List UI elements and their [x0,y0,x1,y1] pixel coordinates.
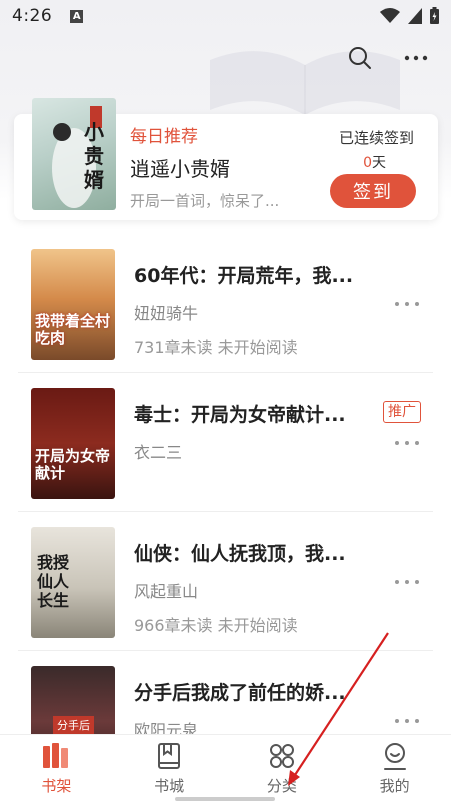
recommend-cover-title: 小贵婿 [84,120,104,192]
book-cover-title: 我带着全村吃肉 [35,312,111,347]
search-icon[interactable] [347,45,373,71]
book-more-icon[interactable] [395,435,419,451]
notification-icon: A [70,9,84,23]
recommend-book-cover[interactable]: 小贵婿 [32,98,116,210]
signal-icon [408,7,422,24]
category-icon [269,744,294,768]
ad-badge: 推广 [383,401,421,423]
book-item[interactable]: 开局为女帝献计 毒士：开局为女帝献计... 推广 衣二三 [0,373,451,512]
book-cover-title: 分手后 [53,716,94,734]
status-time: 4:26 [12,6,53,26]
book-cover[interactable]: 我授仙人长生 [31,527,115,638]
sign-label: 已连续签到 [338,129,414,147]
home-indicator [175,797,275,801]
book-author: 妞妞骑牛 [134,304,199,323]
more-horizontal-icon[interactable] [403,45,429,71]
recommend-title[interactable]: 逍遥小贵婿 [130,153,230,182]
book-cover-title: 开局为女帝献计 [35,447,111,482]
sign-days-count: 0 [363,155,372,171]
nav-label: 我的 [379,777,410,795]
book-icon [158,743,181,769]
sign-days: 0天 [363,152,386,172]
battery-icon [430,7,439,24]
daily-recommend-card[interactable]: 小贵婿 每日推荐 逍遥小贵婿 开局一首词，惊呆了... 已连续签到 0天 签到 [14,98,438,220]
status-icons [380,7,439,24]
book-status: 731章未读 未开始阅读 [134,338,298,357]
book-more-icon[interactable] [395,574,419,590]
recommend-tag: 每日推荐 [130,127,198,147]
nav-category[interactable]: 分类 [226,735,339,803]
header-actions [347,45,429,71]
book-author: 衣二三 [134,443,183,462]
book-more-icon[interactable] [395,713,419,729]
sign-in-button[interactable]: 签到 [330,174,416,208]
book-title: 分手后我成了前任的娇... [134,682,346,704]
book-title: 60年代：开局荒年，我... [134,265,354,287]
bookshelf-icon [43,743,69,768]
book-author: 风起重山 [134,582,199,601]
nav-label: 分类 [266,777,297,795]
recommend-desc: 开局一首词，惊呆了... [130,192,280,210]
bookshelf-list: 我带着全村吃肉 60年代：开局荒年，我... 妞妞骑牛 731章未读 未开始阅读… [0,234,451,790]
book-item[interactable]: 我授仙人长生 仙侠：仙人抚我顶，我... 风起重山 966章未读 未开始阅读 [0,512,451,651]
nav-bookstore[interactable]: 书城 [113,735,226,803]
sign-days-unit: 天 [372,155,386,171]
nav-label: 书架 [41,777,72,795]
nav-label: 书城 [154,777,185,795]
profile-icon [383,743,406,770]
nav-profile[interactable]: 我的 [338,735,451,803]
status-bar: 4:26 A [0,0,451,32]
book-item[interactable]: 我带着全村吃肉 60年代：开局荒年，我... 妞妞骑牛 731章未读 未开始阅读 [0,234,451,373]
book-title: 毒士：开局为女帝献计... [134,404,346,426]
wifi-icon [380,7,400,23]
book-cover-title: 我授仙人长生 [37,553,70,610]
book-cover[interactable]: 我带着全村吃肉 [31,249,115,360]
bottom-nav: 书架 书城 分类 我的 [0,734,451,803]
book-cover[interactable]: 开局为女帝献计 [31,388,115,499]
book-status: 966章未读 未开始阅读 [134,616,298,635]
book-more-icon[interactable] [395,296,419,312]
nav-bookshelf[interactable]: 书架 [0,735,113,803]
book-title: 仙侠：仙人抚我顶，我... [134,543,346,565]
